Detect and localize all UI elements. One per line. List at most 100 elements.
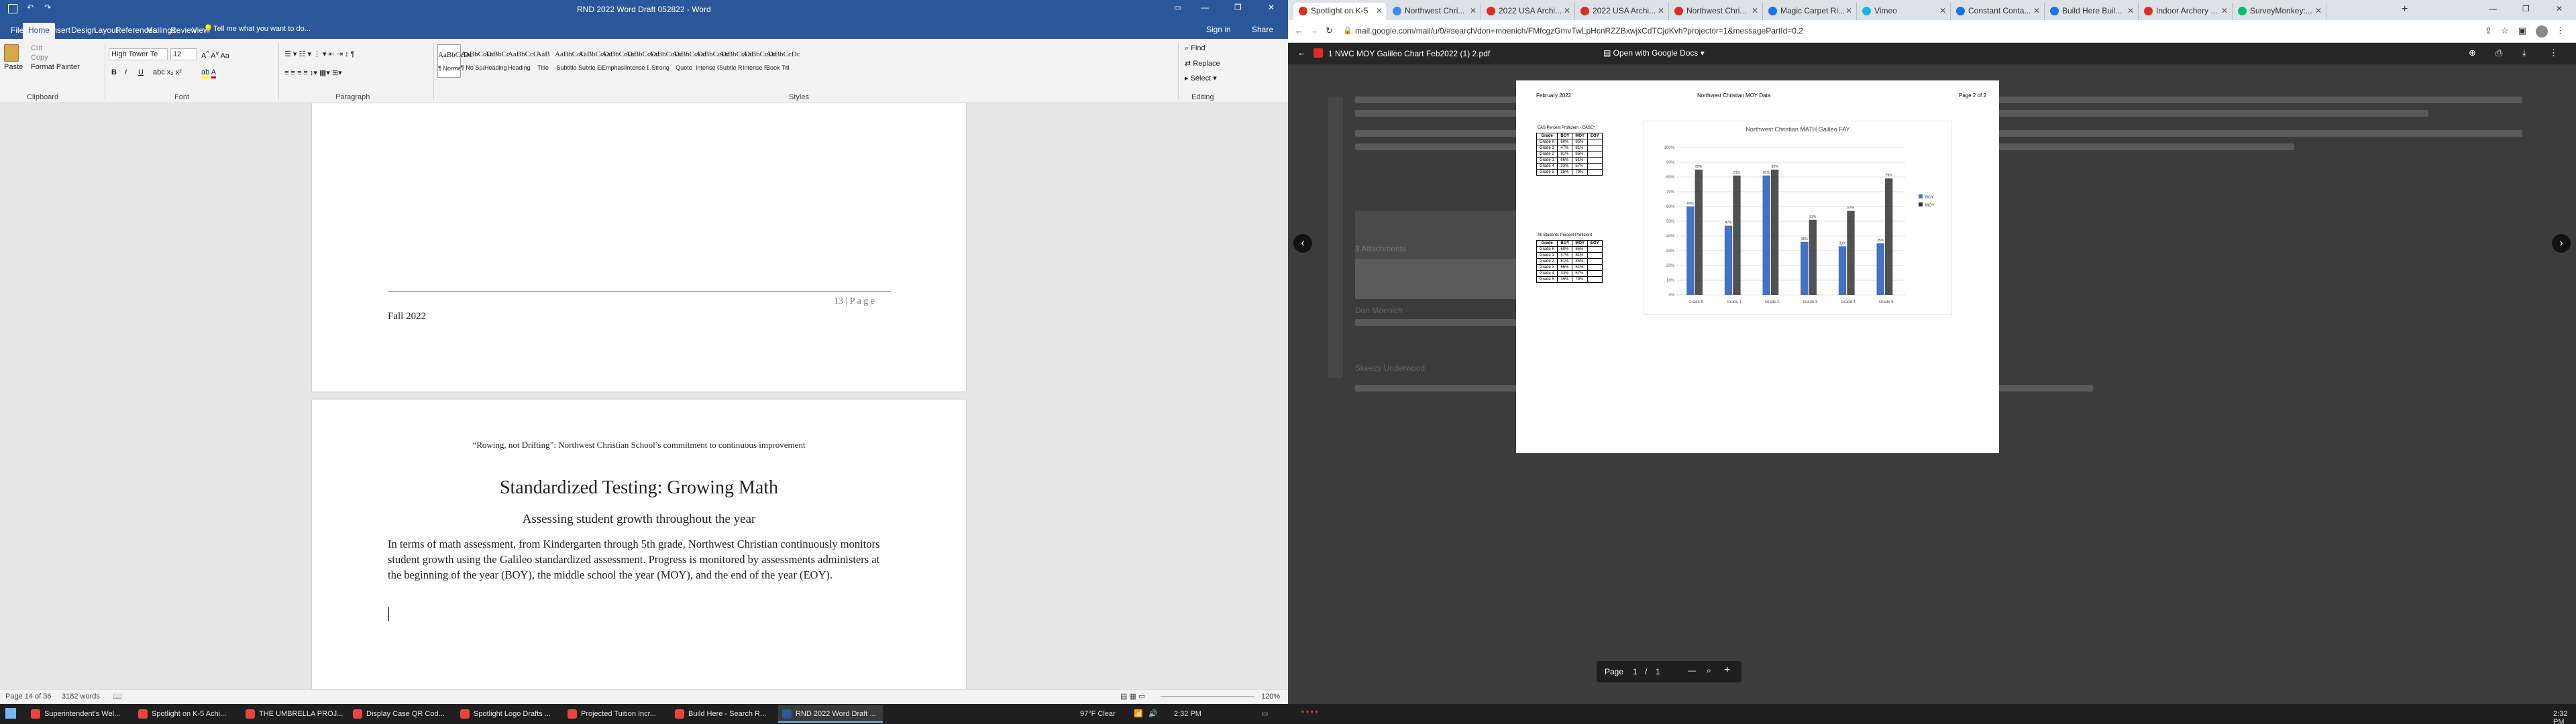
page-13[interactable]: Fall 2022 13 | P a g e (312, 103, 966, 391)
style-4[interactable]: AaB Title (531, 44, 555, 78)
taskbar-item[interactable]: Spotlight Logo Drafts ... (456, 705, 561, 723)
new-tab-button[interactable]: + (2402, 3, 2408, 15)
zoom-out-icon[interactable]: — (1688, 666, 1696, 675)
page-input[interactable]: 1 (1633, 667, 1638, 676)
close-tab-icon[interactable]: ✕ (1376, 3, 1383, 19)
clock[interactable]: 2:32 PM (1174, 710, 1201, 718)
style-7[interactable]: AaBbCcDc Emphasis (602, 44, 636, 78)
share-button[interactable]: Share (1252, 25, 1273, 34)
italic-button[interactable]: I (125, 68, 127, 76)
minimize-icon[interactable]: — (1201, 3, 1209, 12)
more-icon[interactable]: ⋮ (2549, 48, 2558, 58)
url-field[interactable]: mail.google.com/mail/u/0/#search/don+moe… (1355, 26, 1803, 36)
sender-name[interactable]: Don Moenich (1355, 306, 1403, 315)
clock-right[interactable]: 2:32 PM (2553, 710, 2576, 724)
proofing-icon[interactable]: 📖 (113, 692, 122, 701)
close-tab-icon[interactable]: ✕ (1658, 3, 1664, 19)
browser-tab[interactable]: Northwest Chri... ✕ (1387, 3, 1481, 20)
style-3[interactable]: AaBbCcC Heading 2 (508, 44, 538, 78)
find-button[interactable]: ⌕ Find (1185, 44, 1205, 53)
style-9[interactable]: AaBbCcDc Strong (649, 44, 683, 78)
replace-button[interactable]: ⇄ Replace (1185, 59, 1220, 68)
body-paragraph[interactable]: In terms of math assessment, from Kinder… (388, 536, 891, 583)
browser-tab[interactable]: Constant Conta... ✕ (1951, 3, 2045, 20)
taskbar-item[interactable]: Spotlight on K-5 Achi... (134, 705, 239, 723)
ribbon-display-icon[interactable]: ▭ (1174, 3, 1181, 12)
close-tab-icon[interactable]: ✕ (1939, 3, 1946, 19)
browser-tab[interactable]: Northwest Chri... ✕ (1669, 3, 1763, 20)
forward-icon[interactable]: → (1309, 25, 1318, 36)
close-tab-icon[interactable]: ✕ (1845, 3, 1852, 19)
maximize-icon[interactable]: ❐ (1234, 3, 1242, 12)
share-icon[interactable]: ⇪ (2485, 25, 2492, 36)
zoom-level[interactable]: 120% (1261, 692, 1280, 701)
browser-tab[interactable]: Vimeo ✕ (1857, 3, 1951, 20)
close-tab-icon[interactable]: ✕ (2033, 3, 2040, 19)
taskbar-item[interactable]: Display Case QR Cod... (349, 705, 453, 723)
close-icon[interactable]: ✕ (2556, 4, 2563, 13)
sign-in-link[interactable]: Sign in (1206, 25, 1231, 34)
close-tab-icon[interactable]: ✕ (2127, 3, 2134, 19)
taskbar-item[interactable]: THE UMBRELLA PROJ... (241, 705, 346, 723)
undo-icon[interactable]: ↶ (27, 3, 34, 12)
page-14[interactable]: “Rowing, not Drifting”: Northwest Christ… (312, 400, 966, 689)
tell-me-search[interactable]: Tell me what you want to do... (213, 25, 311, 33)
close-viewer-icon[interactable]: ← (1297, 48, 1306, 58)
taskbar-item[interactable]: Build Here - Search R... (671, 705, 775, 723)
browser-tab[interactable]: Spotlight on K-5 ✕ (1293, 3, 1387, 20)
minimize-icon[interactable]: — (2489, 4, 2497, 13)
copy-button[interactable]: Copy (31, 54, 48, 62)
style-2[interactable]: AaBbCc Heading 1 (484, 44, 510, 78)
style-5[interactable]: AaBbCcC Subtitle (555, 44, 585, 78)
style-6[interactable]: AaBbCcDc Subtle Em... (578, 44, 612, 78)
weather-widget[interactable]: 97°F Clear (1080, 710, 1116, 718)
word-count[interactable]: 3182 words (62, 692, 100, 701)
taskbar-item[interactable]: Projected Tuition Incr... (564, 705, 668, 723)
next-file-icon[interactable]: › (2552, 234, 2571, 253)
browser-tab[interactable]: Build Here Buil... ✕ (2045, 3, 2139, 20)
bookmark-star-icon[interactable]: ☆ (2501, 25, 2509, 36)
font-color-icon[interactable]: ab A (201, 68, 217, 78)
style-14[interactable]: AaBbCcDc Book Title (766, 44, 800, 78)
print-icon[interactable]: ⎙ (2496, 48, 2502, 58)
add-to-drive-icon[interactable]: ⊕ (2469, 48, 2476, 58)
browser-tab[interactable]: 2022 USA Archi... ✕ (1481, 3, 1575, 20)
start-icon[interactable] (5, 708, 16, 719)
prev-file-icon[interactable]: ‹ (1293, 234, 1312, 253)
close-tab-icon[interactable]: ✕ (1752, 3, 1758, 19)
grow-font-icon[interactable]: A^ Av Aa (201, 50, 229, 60)
paste-button[interactable]: Paste (4, 44, 23, 74)
cut-button[interactable]: Cut (31, 44, 42, 52)
font-size-select[interactable]: 12 (170, 48, 197, 60)
close-tab-icon[interactable]: ✕ (2315, 3, 2322, 19)
download-icon[interactable]: ⤓ (2522, 48, 2526, 58)
select-button[interactable]: ▸ Select ▾ (1185, 74, 1217, 82)
view-buttons[interactable]: ▤ ▦ ▭ (1120, 692, 1145, 701)
back-icon[interactable]: ← (1295, 25, 1303, 36)
strikethrough-button[interactable]: abc x₂ x² (153, 68, 182, 76)
style-0[interactable]: AaBbCcDc ¶ Normal (437, 44, 472, 78)
save-icon[interactable] (8, 4, 17, 13)
pdf-page[interactable]: February 2022 Northwest Christian MOY Da… (1516, 80, 1999, 453)
close-icon[interactable]: ✕ (1268, 3, 1275, 12)
network-icon[interactable]: 📶 (1134, 709, 1143, 718)
bold-button[interactable]: B (111, 68, 117, 76)
format-painter-button[interactable]: Format Painter (31, 63, 80, 71)
style-1[interactable]: AaBbCcDc ¶ No Spac... (461, 44, 495, 78)
close-tab-icon[interactable]: ✕ (2221, 3, 2228, 19)
close-tab-icon[interactable]: ✕ (1564, 3, 1570, 19)
browser-tab[interactable]: Magic Carpet Ri... ✕ (1763, 3, 1857, 20)
maximize-icon[interactable]: ❐ (2522, 4, 2530, 13)
redo-icon[interactable]: ↷ (44, 3, 51, 12)
zoom-in-icon[interactable]: + (1724, 664, 1730, 676)
reload-icon[interactable]: ↻ (1326, 25, 1333, 36)
close-tab-icon[interactable]: ✕ (1470, 3, 1477, 19)
extensions-icon[interactable]: ▣ (2518, 25, 2526, 36)
underline-button[interactable]: U (138, 68, 144, 76)
taskbar-item[interactable]: RND 2022 Word Draft ... (778, 705, 883, 723)
open-with-google-docs-button[interactable]: ▤ Open with Google Docs ▾ (1603, 48, 1705, 58)
style-12[interactable]: AaBbCcDc Subtle Ref... (719, 44, 753, 78)
chrome-taskbar-icons[interactable]: ▪ ▪ ▪ ▪ (1301, 708, 1318, 716)
bullets-icon[interactable]: ☰ ▾ ☷ ▾ ⋮ ▾ ⇤ ⇥ ↕ ¶ (284, 50, 355, 58)
font-name-select[interactable]: High Tower Te (109, 48, 168, 60)
